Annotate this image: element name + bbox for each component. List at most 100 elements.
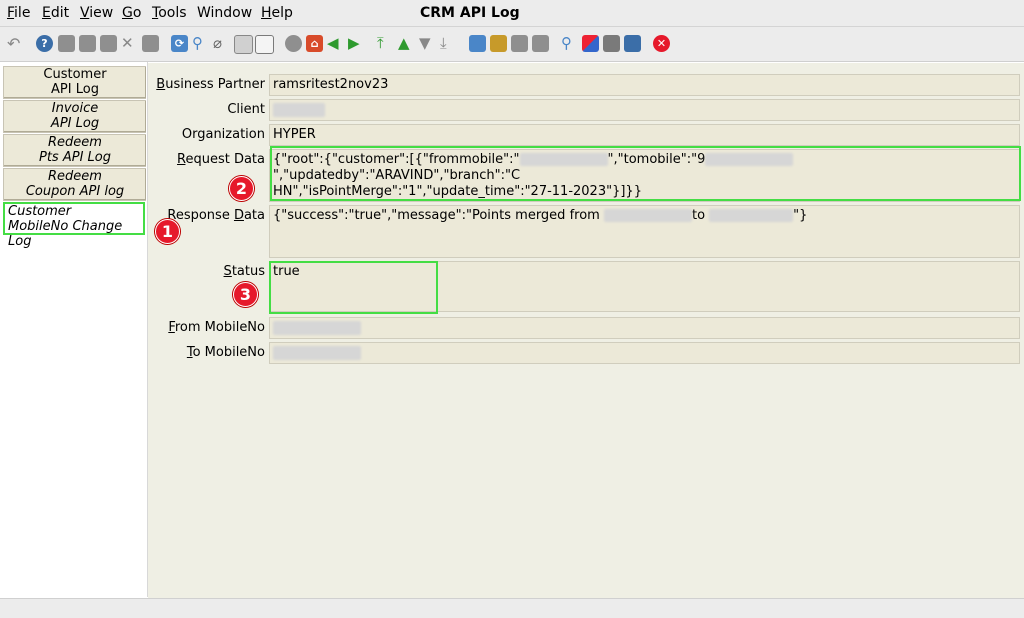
tab-label-line1: Invoice bbox=[51, 101, 99, 116]
request-data-line2: HN","isPointMerge":"1","update_time":"27… bbox=[273, 184, 642, 199]
tab-label-line2: API Log bbox=[50, 116, 100, 131]
menu-view-label: iew bbox=[89, 5, 114, 21]
delete-selection-icon[interactable]: ✕ bbox=[121, 35, 138, 52]
help-icon[interactable]: ? bbox=[36, 35, 53, 52]
tab-invoice-api-log[interactable]: Invoice API Log bbox=[3, 100, 146, 133]
client-field[interactable] bbox=[269, 99, 1020, 121]
to-mobileno-field[interactable] bbox=[269, 342, 1020, 364]
client-redacted-value bbox=[273, 102, 325, 117]
tab-label-line2: API Log bbox=[51, 82, 99, 97]
to-mobileno-redacted bbox=[273, 345, 361, 360]
response-data-field[interactable]: {"success":"true","message":"Points merg… bbox=[269, 205, 1020, 258]
organization-label: Organization bbox=[181, 127, 265, 142]
status-label-text: tatus bbox=[231, 264, 265, 279]
tab-label-line2: Coupon API log bbox=[25, 184, 125, 199]
menu-help[interactable]: Help bbox=[261, 5, 293, 21]
menu-bar: File Edit View Go Tools Window Help CRM … bbox=[0, 0, 1024, 27]
active-workflows-icon[interactable] bbox=[582, 35, 599, 52]
request-data-part3: ","updatedby":"ARAVIND","branch":"C bbox=[273, 168, 521, 183]
back-icon[interactable]: ◀ bbox=[327, 35, 344, 52]
response-data-part3: "} bbox=[793, 208, 808, 223]
product-info-icon[interactable] bbox=[603, 35, 620, 52]
tab-label-line2: MobileNo Change Log bbox=[8, 219, 123, 249]
status-value: true bbox=[273, 264, 300, 279]
copy-icon[interactable] bbox=[79, 35, 96, 52]
tab-label-line1: Redeem bbox=[48, 169, 102, 184]
to-mobileno-label: To MobileNo bbox=[148, 345, 265, 360]
status-bar bbox=[0, 598, 1024, 618]
tab-redeem-coupon-api-log[interactable]: Redeem Coupon API log bbox=[3, 168, 146, 201]
tab-redeem-pts-api-log[interactable]: Redeem Pts API Log bbox=[3, 134, 146, 167]
close-icon[interactable]: ✕ bbox=[653, 35, 670, 52]
status-mnemonic: S bbox=[223, 264, 232, 279]
end-icon[interactable] bbox=[624, 35, 641, 52]
annotation-badge-3: 3 bbox=[233, 282, 258, 307]
client-label: Client bbox=[227, 102, 265, 117]
tab-customer-mobileno-change-log[interactable]: Customer MobileNo Change Log bbox=[3, 202, 145, 249]
delete-icon[interactable] bbox=[100, 35, 117, 52]
menu-help-label: elp bbox=[271, 5, 293, 21]
previous-record-icon[interactable]: ▲ bbox=[398, 35, 415, 52]
grid-toggle-icon[interactable] bbox=[255, 35, 274, 54]
business-partner-label: Business Partner bbox=[148, 77, 265, 92]
menu-view[interactable]: View bbox=[80, 5, 113, 21]
home-icon[interactable]: ⌂ bbox=[306, 35, 323, 52]
organization-field[interactable]: HYPER bbox=[269, 124, 1020, 146]
request-data-part2: ","tomobile":"9 bbox=[607, 152, 706, 167]
from-mobile-redacted bbox=[519, 153, 608, 166]
response-data-label-rest: ata bbox=[243, 208, 265, 223]
tab-label-line1: Customer bbox=[43, 67, 107, 82]
report-icon[interactable] bbox=[469, 35, 486, 52]
history-icon[interactable] bbox=[285, 35, 302, 52]
zoom-across-icon[interactable]: ⚲ bbox=[561, 35, 578, 52]
window-title: CRM API Log bbox=[420, 5, 520, 21]
business-partner-label-text: usiness Partner bbox=[165, 77, 265, 92]
menu-file-mnemonic: F bbox=[7, 5, 15, 21]
new-icon[interactable] bbox=[58, 35, 75, 52]
first-record-icon[interactable]: ⤒ bbox=[377, 35, 394, 52]
status-field[interactable]: true bbox=[269, 261, 1020, 312]
annotation-badge-2: 2 bbox=[229, 176, 254, 201]
forward-icon[interactable]: ▶ bbox=[348, 35, 365, 52]
last-record-icon[interactable]: ⤓ bbox=[440, 35, 457, 52]
archive-icon[interactable] bbox=[490, 35, 507, 52]
menu-tools[interactable]: Tools bbox=[152, 5, 187, 21]
menu-help-mnemonic: H bbox=[261, 5, 272, 21]
undo-icon[interactable]: ↶ bbox=[7, 35, 24, 52]
request-data-label: Request Data bbox=[148, 152, 265, 167]
response-from-redacted bbox=[603, 209, 692, 222]
menu-file[interactable]: File bbox=[7, 5, 30, 21]
menu-window[interactable]: Window bbox=[197, 5, 252, 21]
tab-label-line1: Customer bbox=[8, 204, 72, 219]
find-icon[interactable]: ⚲ bbox=[192, 35, 209, 52]
print-icon[interactable] bbox=[532, 35, 549, 52]
menu-tools-label: ools bbox=[158, 5, 187, 21]
from-mobileno-redacted bbox=[273, 320, 361, 335]
from-mobileno-label: From MobileNo bbox=[148, 320, 265, 335]
request-data-label-text: equest Data bbox=[185, 152, 265, 167]
tab-customer-api-log[interactable]: Customer API Log bbox=[3, 66, 146, 99]
from-mobileno-field[interactable] bbox=[269, 317, 1020, 339]
annotation-badge-1: 1 bbox=[155, 219, 180, 244]
business-partner-field[interactable]: ramsritest2nov23 bbox=[269, 74, 1020, 96]
refresh-icon[interactable]: ⟳ bbox=[171, 35, 188, 52]
request-data-line1: {"root":{"customer":[{"frommobile":" ","t… bbox=[273, 152, 1016, 184]
chat-icon[interactable] bbox=[234, 35, 253, 54]
menu-window-label: Window bbox=[197, 5, 253, 21]
response-to-redacted bbox=[709, 209, 794, 222]
print-preview-icon[interactable] bbox=[511, 35, 528, 52]
next-record-icon[interactable]: ▼ bbox=[419, 35, 436, 52]
save-icon[interactable] bbox=[142, 35, 159, 52]
attachment-icon[interactable]: ⌀ bbox=[213, 35, 230, 52]
menu-view-mnemonic: V bbox=[80, 5, 90, 21]
menu-go[interactable]: Go bbox=[122, 5, 141, 21]
request-data-part1: {"root":{"customer":[{"frommobile":" bbox=[273, 152, 520, 167]
organization-value: HYPER bbox=[273, 127, 316, 142]
request-data-field[interactable]: {"root":{"customer":[{"frommobile":" ","t… bbox=[269, 149, 1020, 202]
to-mobileno-label-text: o MobileNo bbox=[192, 345, 265, 360]
toolbar: ↶ ? ✕ ⟳ ⚲ ⌀ ⌂ ◀ ▶ ⤒ ▲ ▼ ⤓ ⚲ ✕ bbox=[0, 27, 1024, 62]
menu-go-mnemonic: G bbox=[122, 5, 133, 21]
tab-label-line1: Redeem bbox=[48, 135, 102, 150]
menu-edit[interactable]: Edit bbox=[42, 5, 69, 21]
menu-file-label: ile bbox=[14, 5, 31, 21]
